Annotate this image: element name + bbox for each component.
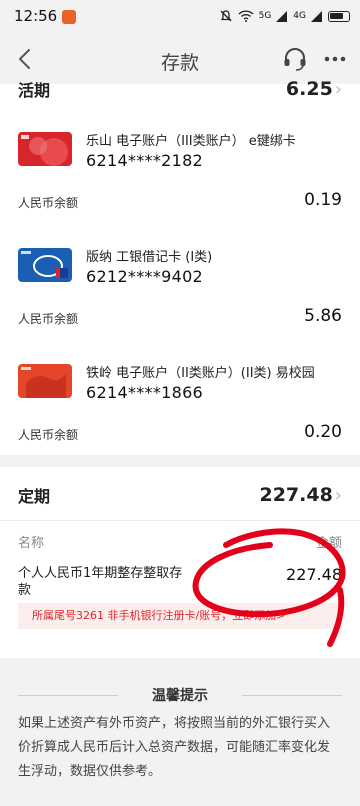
signal-icon: [276, 10, 288, 22]
fixed-amount: 227.48: [259, 484, 333, 506]
customer-service-icon[interactable]: [282, 46, 308, 72]
app-notification-icon: [62, 10, 76, 24]
status-time: 12:56: [14, 7, 58, 25]
balance-label: 人民币余额: [18, 312, 79, 326]
product-name[interactable]: 个人人民币1年期整存整取存 款: [18, 565, 182, 599]
balance-label: 人民币余额: [18, 428, 79, 442]
signal-4g-label: 4G: [293, 11, 306, 21]
product-amount: 227.48: [286, 565, 342, 584]
account-item[interactable]: 版纳 工银借记卡 (I类) 6212****9402 人民币余额 5.86: [0, 234, 360, 350]
bank-card-icon: [18, 132, 72, 166]
bank-card-icon: [18, 248, 72, 282]
wifi-icon: [238, 10, 254, 22]
balance-value: 5.86: [304, 306, 342, 326]
bank-card-icon: [18, 364, 72, 398]
signal-icon: [311, 10, 322, 22]
account-name: 铁岭 电子账户（II类账户）(II类) 易校园: [86, 366, 315, 381]
current-header[interactable]: 活期 6.25 ›: [0, 78, 360, 100]
account-number: 6214****2182: [86, 151, 204, 170]
account-name: 版纳 工银借记卡 (I类): [86, 250, 213, 265]
balance-label: 人民币余额: [18, 196, 79, 210]
product-name-line: 款: [18, 583, 32, 598]
column-amount-header: 金额: [315, 536, 342, 551]
account-name: 乐山 电子账户（III类账户） e键绑卡: [86, 134, 296, 149]
chevron-right-icon: ›: [334, 485, 342, 506]
current-label: 活期: [18, 81, 51, 100]
status-icons: 5G 4G: [219, 9, 350, 23]
tips-section: 温馨提示 如果上述资产有外币资产，将按照当前的外汇银行买入价折算成人民币后计入总…: [0, 672, 360, 806]
tips-body: 如果上述资产有外币资产，将按照当前的外汇银行买入价折算成人民币后计入总资产数据，…: [18, 716, 331, 779]
account-number: 6212****9402: [86, 267, 204, 286]
balance-value: 0.20: [304, 422, 342, 442]
account-item[interactable]: 乐山 电子账户（III类账户） e键绑卡 6214****2182 人民币余额 …: [0, 118, 360, 234]
fixed-label: 定期: [18, 487, 51, 506]
mute-icon: [220, 10, 232, 22]
account-number: 6214****1866: [86, 383, 204, 402]
fixed-deposit-section: 定期 227.48 › 名称 金额 个人人民币1年期整存整取存 款 227.48 …: [0, 467, 360, 658]
signal-5g-label: 5G: [258, 11, 272, 21]
fixed-header[interactable]: 定期 227.48 ›: [0, 483, 360, 507]
account-item[interactable]: 铁岭 电子账户（II类账户）(II类) 易校园 6214****1866 人民币…: [0, 350, 360, 466]
column-name-header: 名称: [18, 536, 45, 551]
nav-bar: 存款: [0, 34, 360, 84]
battery-icon: [328, 10, 350, 22]
more-icon[interactable]: [322, 46, 348, 72]
add-card-notice[interactable]: 所属尾号3261 非手机银行注册卡/账号，立即添加>: [18, 603, 342, 629]
product-name-line: 个人人民币1年期整存整取存: [18, 566, 183, 581]
balance-value: 0.19: [304, 190, 342, 210]
current-amount: 6.25: [285, 78, 333, 100]
status-bar: 12:56 5G 4G: [0, 0, 360, 34]
divider: [0, 520, 360, 521]
tips-title: 温馨提示: [152, 688, 208, 704]
current-deposit-section: 活期 6.25 › 乐山 电子账户（III类账户） e键绑卡 6214****21…: [0, 78, 360, 455]
chevron-right-icon: ›: [334, 79, 342, 100]
